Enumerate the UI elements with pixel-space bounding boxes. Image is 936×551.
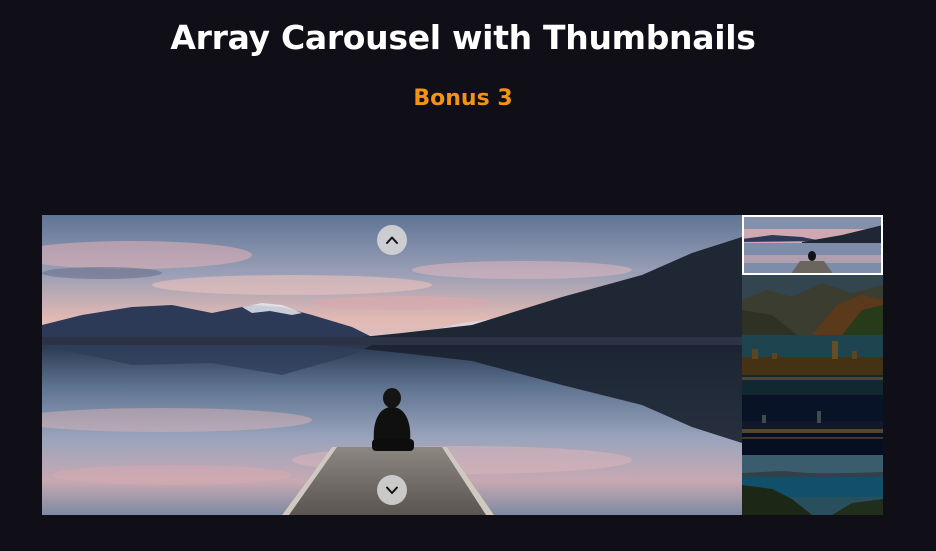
thumbnail-city-night[interactable] [742, 395, 883, 455]
carousel-main-image [42, 215, 742, 515]
thumbnail-mountain-valley[interactable] [742, 275, 883, 335]
carousel-prev-button[interactable] [377, 225, 407, 255]
chevron-up-icon [386, 236, 398, 244]
carousel-next-button[interactable] [377, 475, 407, 505]
thumbnail-image [742, 215, 883, 275]
page-subtitle: Bonus 3 [413, 86, 513, 111]
lake-pier-image [42, 215, 742, 515]
chevron-down-icon [386, 486, 398, 494]
page-title: Array Carousel with Thumbnails [170, 18, 756, 57]
thumbnail-coastal-bay[interactable] [742, 455, 883, 515]
thumbnail-lake-pier[interactable] [742, 215, 883, 275]
thumbnail-parliament-night[interactable] [742, 335, 883, 395]
thumbnail-strip [742, 215, 883, 515]
